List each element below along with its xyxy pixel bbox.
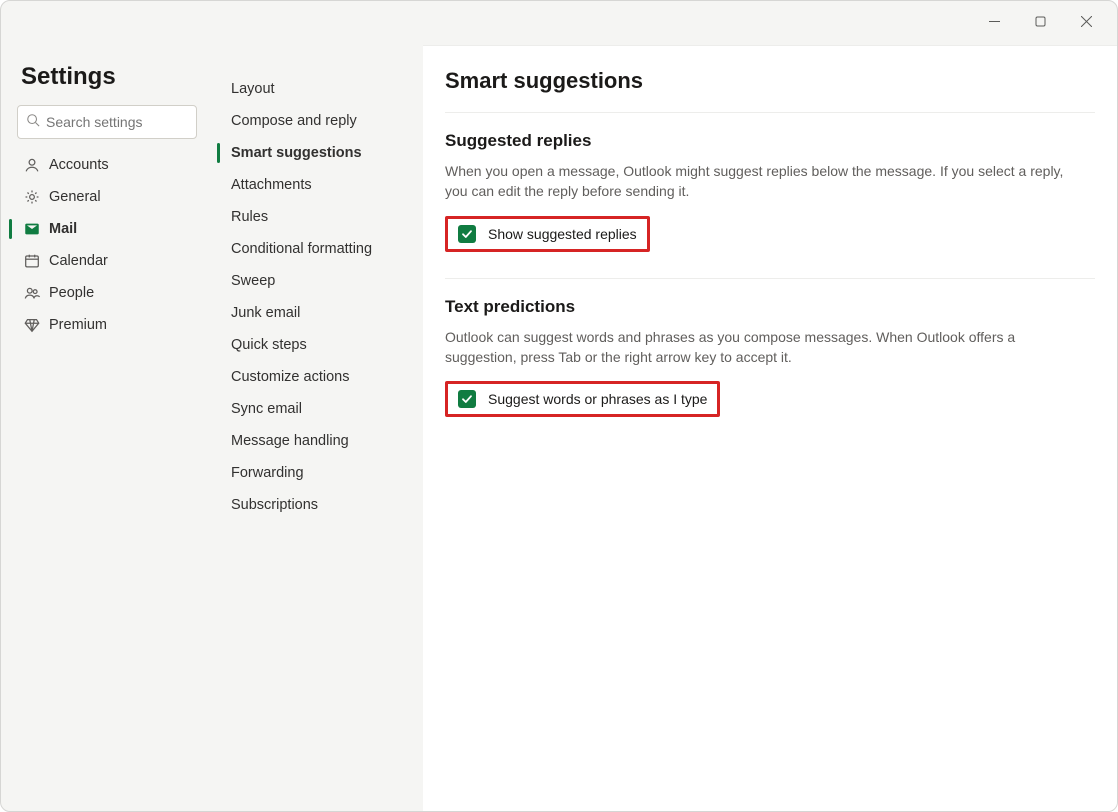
nav-label: People (49, 285, 94, 301)
sub-nav: Layout Compose and reply Smart suggestio… (213, 45, 423, 811)
highlight-suggested-replies: Show suggested replies (445, 216, 650, 252)
nav-item-general[interactable]: General (13, 181, 201, 213)
window-minimize-button[interactable] (971, 7, 1017, 39)
nav-item-premium[interactable]: Premium (13, 309, 201, 341)
people-icon (21, 282, 43, 304)
sub-item-attachments[interactable]: Attachments (217, 169, 419, 201)
window-close-button[interactable] (1063, 7, 1109, 39)
section-title: Suggested replies (445, 131, 1095, 151)
minimize-icon (989, 14, 1000, 32)
sub-item-layout[interactable]: Layout (217, 73, 419, 105)
sub-item-sweep[interactable]: Sweep (217, 265, 419, 297)
nav-label: Mail (49, 221, 77, 237)
section-title: Text predictions (445, 297, 1095, 317)
window-maximize-button[interactable] (1017, 7, 1063, 39)
diamond-icon (21, 314, 43, 336)
checkmark-icon (461, 393, 473, 405)
sub-item-quick-steps[interactable]: Quick steps (217, 329, 419, 361)
app-window: Settings Accounts General (0, 0, 1118, 812)
content-panel: Smart suggestions Suggested replies When… (423, 45, 1117, 811)
highlight-text-predictions: Suggest words or phrases as I type (445, 381, 720, 417)
sub-label: Rules (231, 209, 268, 225)
sub-item-smart-suggestions[interactable]: Smart suggestions (217, 137, 419, 169)
checkbox-label: Show suggested replies (488, 226, 637, 242)
sub-label: Compose and reply (231, 113, 357, 129)
nav-item-calendar[interactable]: Calendar (13, 245, 201, 277)
sub-label: Layout (231, 81, 275, 97)
sub-label: Conditional formatting (231, 241, 372, 257)
sub-label: Sweep (231, 273, 275, 289)
sub-label: Smart suggestions (231, 145, 362, 161)
nav-item-mail[interactable]: Mail (13, 213, 201, 245)
checkbox-label: Suggest words or phrases as I type (488, 391, 707, 407)
sub-item-rules[interactable]: Rules (217, 201, 419, 233)
nav-item-people[interactable]: People (13, 277, 201, 309)
sub-item-conditional-formatting[interactable]: Conditional formatting (217, 233, 419, 265)
sub-item-forwarding[interactable]: Forwarding (217, 457, 419, 489)
section-suggested-replies: Suggested replies When you open a messag… (445, 112, 1095, 278)
sub-label: Customize actions (231, 369, 349, 385)
sub-item-sync-email[interactable]: Sync email (217, 393, 419, 425)
nav-label: Calendar (49, 253, 108, 269)
sub-label: Forwarding (231, 465, 304, 481)
checkbox-show-suggested-replies[interactable] (458, 225, 476, 243)
search-input[interactable] (46, 114, 227, 130)
sub-item-message-handling[interactable]: Message handling (217, 425, 419, 457)
search-input-wrapper[interactable] (17, 105, 197, 139)
sub-item-customize-actions[interactable]: Customize actions (217, 361, 419, 393)
close-icon (1081, 14, 1092, 32)
page-title: Settings (9, 63, 205, 105)
mail-icon (21, 218, 43, 240)
sub-label: Message handling (231, 433, 349, 449)
titlebar (1, 1, 1117, 45)
search-icon (26, 113, 40, 132)
calendar-icon (21, 250, 43, 272)
checkmark-icon (461, 228, 473, 240)
sub-label: Junk email (231, 305, 300, 321)
sub-label: Attachments (231, 177, 312, 193)
sub-label: Quick steps (231, 337, 307, 353)
person-icon (21, 154, 43, 176)
sub-item-compose-reply[interactable]: Compose and reply (217, 105, 419, 137)
sub-label: Sync email (231, 401, 302, 417)
sub-item-subscriptions[interactable]: Subscriptions (217, 489, 419, 521)
maximize-icon (1035, 14, 1046, 32)
nav-label: General (49, 189, 101, 205)
nav-item-accounts[interactable]: Accounts (13, 149, 201, 181)
sub-item-junk-email[interactable]: Junk email (217, 297, 419, 329)
nav-label: Premium (49, 317, 107, 333)
left-nav: Settings Accounts General (1, 45, 213, 811)
checkbox-suggest-words[interactable] (458, 390, 476, 408)
gear-icon (21, 186, 43, 208)
content-heading: Smart suggestions (445, 68, 1095, 94)
sub-label: Subscriptions (231, 497, 318, 513)
section-description: When you open a message, Outlook might s… (445, 161, 1085, 202)
section-text-predictions: Text predictions Outlook can suggest wor… (445, 278, 1095, 444)
section-description: Outlook can suggest words and phrases as… (445, 327, 1085, 368)
nav-label: Accounts (49, 157, 109, 173)
